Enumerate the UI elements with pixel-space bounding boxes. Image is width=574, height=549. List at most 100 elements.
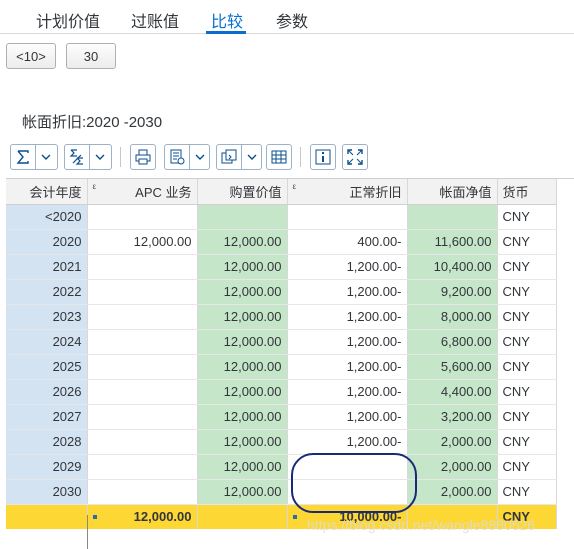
tab-comparison[interactable]: 比较 — [211, 8, 243, 32]
book-value-cell[interactable]: 8,000.00 — [407, 304, 498, 330]
fiscal-year-cell[interactable]: 2030 — [6, 479, 88, 505]
fiscal-year-cell[interactable]: 2023 — [6, 304, 88, 330]
tab-parameters[interactable]: 参数 — [276, 8, 308, 32]
depreciation-cell[interactable]: 1,200.00- — [287, 354, 408, 380]
apc-cell[interactable] — [87, 429, 198, 455]
apc-cell[interactable] — [87, 279, 198, 305]
depreciation-cell[interactable]: 1,200.00- — [287, 379, 408, 405]
currency-cell[interactable]: CNY — [497, 354, 557, 380]
purchase-value-cell[interactable]: 12,000.00 — [197, 354, 288, 380]
column-header-purchase-value[interactable]: 购置价值 — [197, 179, 288, 205]
purchase-value-cell[interactable]: 12,000.00 — [197, 229, 288, 255]
fiscal-year-cell[interactable]: 2022 — [6, 279, 88, 305]
book-value-cell[interactable]: 2,000.00 — [407, 429, 498, 455]
currency-cell[interactable]: CNY — [497, 204, 557, 230]
depreciation-cell[interactable]: 1,200.00- — [287, 329, 408, 355]
table-row[interactable]: 2022 12,000.00 1,200.00- 9,200.00 CNY — [6, 279, 557, 305]
apc-cell[interactable] — [87, 479, 198, 505]
book-value-cell[interactable]: 3,200.00 — [407, 404, 498, 430]
table-row[interactable]: 2023 12,000.00 1,200.00- 8,000.00 CNY — [6, 304, 557, 330]
fiscal-year-cell[interactable]: <2020 — [6, 204, 88, 230]
depreciation-cell[interactable]: 1,200.00- — [287, 279, 408, 305]
currency-cell[interactable]: CNY — [497, 479, 557, 505]
currency-cell[interactable]: CNY — [497, 379, 557, 405]
chevron-down-icon[interactable] — [89, 145, 109, 169]
currency-cell[interactable]: CNY — [497, 454, 557, 480]
sum-button[interactable] — [10, 144, 58, 170]
fullscreen-button[interactable] — [342, 144, 368, 170]
depreciation-cell[interactable]: 400.00- — [287, 229, 408, 255]
book-value-cell[interactable]: 6,800.00 — [407, 329, 498, 355]
table-row[interactable]: 2027 12,000.00 1,200.00- 3,200.00 CNY — [6, 404, 557, 430]
column-header-apc[interactable]: ε APC 业务 — [87, 179, 198, 205]
column-header-fiscal-year[interactable]: 会计年度 — [6, 179, 88, 205]
table-row[interactable]: 2029 12,000.00 2,000.00 CNY — [6, 454, 557, 480]
apc-cell[interactable] — [87, 404, 198, 430]
chevron-down-icon[interactable] — [189, 145, 209, 169]
purchase-value-cell[interactable]: 12,000.00 — [197, 404, 288, 430]
fiscal-year-cell[interactable]: 2024 — [6, 329, 88, 355]
currency-cell[interactable]: CNY — [497, 429, 557, 455]
purchase-value-cell[interactable]: 12,000.00 — [197, 379, 288, 405]
print-button[interactable] — [130, 144, 156, 170]
depreciation-cell[interactable]: 1,200.00- — [287, 304, 408, 330]
apc-cell[interactable] — [87, 354, 198, 380]
currency-cell[interactable]: CNY — [497, 304, 557, 330]
info-button[interactable] — [310, 144, 336, 170]
purchase-value-cell[interactable]: 12,000.00 — [197, 304, 288, 330]
currency-cell[interactable]: CNY — [497, 229, 557, 255]
currency-cell[interactable]: CNY — [497, 329, 557, 355]
purchase-value-cell[interactable]: 12,000.00 — [197, 429, 288, 455]
table-row[interactable]: 2028 12,000.00 1,200.00- 2,000.00 CNY — [6, 429, 557, 455]
book-value-cell[interactable]: 10,400.00 — [407, 254, 498, 280]
column-header-currency[interactable]: 货币 — [497, 179, 557, 205]
fiscal-year-cell[interactable]: 2025 — [6, 354, 88, 380]
subtotal-button[interactable] — [64, 144, 112, 170]
apc-cell[interactable] — [87, 329, 198, 355]
fiscal-year-cell[interactable]: 2029 — [6, 454, 88, 480]
purchase-value-cell[interactable]: 12,000.00 — [197, 254, 288, 280]
fiscal-year-cell[interactable]: 2026 — [6, 379, 88, 405]
purchase-value-cell[interactable]: 12,000.00 — [197, 454, 288, 480]
table-row[interactable]: 2021 12,000.00 1,200.00- 10,400.00 CNY — [6, 254, 557, 280]
currency-cell[interactable]: CNY — [497, 254, 557, 280]
apc-cell[interactable] — [87, 304, 198, 330]
fiscal-year-cell[interactable]: 2027 — [6, 404, 88, 430]
table-row[interactable]: <2020 CNY — [6, 204, 557, 230]
apc-cell[interactable] — [87, 454, 198, 480]
purchase-value-cell[interactable]: 12,000.00 — [197, 279, 288, 305]
book-value-cell[interactable]: 11,600.00 — [407, 229, 498, 255]
column-header-book-value[interactable]: 帐面净值 — [407, 179, 498, 205]
currency-cell[interactable]: CNY — [497, 404, 557, 430]
depreciation-cell[interactable] — [287, 454, 408, 480]
depreciation-cell[interactable]: 1,200.00- — [287, 429, 408, 455]
depreciation-cell[interactable] — [287, 479, 408, 505]
table-row[interactable]: 2020 12,000.00 12,000.00 400.00- 11,600.00 CN… — [6, 229, 557, 255]
apc-cell[interactable] — [87, 379, 198, 405]
next-page-button[interactable]: 30 — [66, 43, 116, 69]
book-value-cell[interactable]: 2,000.00 — [407, 454, 498, 480]
table-row[interactable]: 2026 12,000.00 1,200.00- 4,400.00 CNY — [6, 379, 557, 405]
book-value-cell[interactable]: 9,200.00 — [407, 279, 498, 305]
fiscal-year-cell[interactable]: 2021 — [6, 254, 88, 280]
apc-cell[interactable]: 12,000.00 — [87, 229, 198, 255]
tab-planned-values[interactable]: 计划价值 — [36, 8, 100, 32]
table-row[interactable]: 2024 12,000.00 1,200.00- 6,800.00 CNY — [6, 329, 557, 355]
book-value-cell[interactable]: 4,400.00 — [407, 379, 498, 405]
currency-cell[interactable]: CNY — [497, 279, 557, 305]
export-button[interactable] — [164, 144, 210, 170]
table-row[interactable]: 2025 12,000.00 1,200.00- 5,600.00 CNY — [6, 354, 557, 380]
tab-posted-values[interactable]: 过账值 — [131, 8, 179, 32]
column-header-normal-depreciation[interactable]: ε 正常折旧 — [287, 179, 408, 205]
depreciation-cell[interactable]: 1,200.00- — [287, 404, 408, 430]
depreciation-cell[interactable] — [287, 204, 408, 230]
book-value-cell[interactable]: 2,000.00 — [407, 479, 498, 505]
grid-button[interactable] — [266, 144, 292, 170]
book-value-cell[interactable] — [407, 204, 498, 230]
fiscal-year-cell[interactable]: 2028 — [6, 429, 88, 455]
depreciation-cell[interactable]: 1,200.00- — [287, 254, 408, 280]
purchase-value-cell[interactable]: 12,000.00 — [197, 329, 288, 355]
layout-button[interactable] — [216, 144, 262, 170]
apc-cell[interactable] — [87, 204, 198, 230]
prev-page-button[interactable]: <10> — [6, 43, 56, 69]
